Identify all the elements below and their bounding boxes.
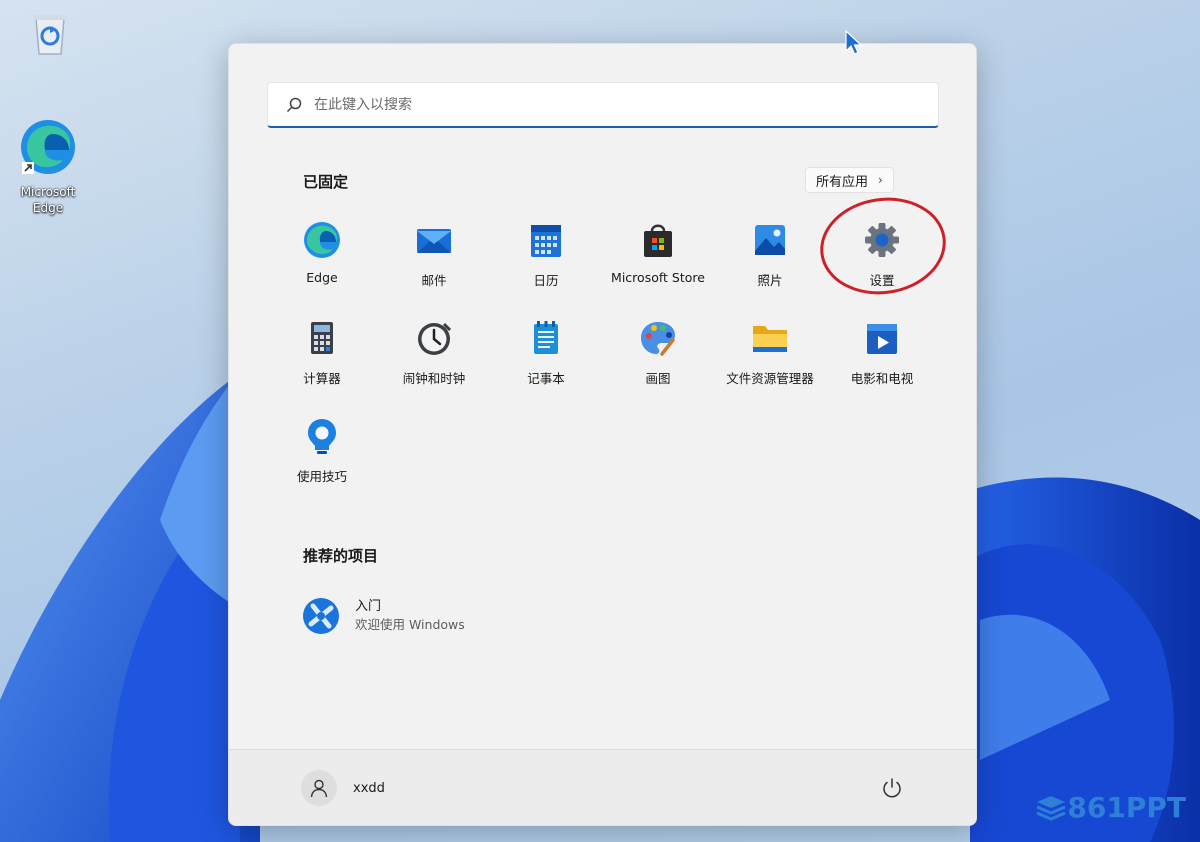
pinned-app-label: Edge [306, 270, 338, 285]
paint-palette-icon [641, 322, 675, 356]
all-apps-button[interactable]: 所有应用 › [805, 167, 894, 193]
movies-tv-icon [867, 324, 897, 354]
edge-icon [21, 120, 75, 174]
recommended-item-get-started[interactable]: 入门 欢迎使用 Windows [301, 596, 465, 636]
folder-icon [753, 326, 787, 352]
search-icon [286, 97, 302, 112]
calendar-icon [531, 225, 561, 257]
chevron-right-icon: › [878, 173, 883, 187]
search-box[interactable] [267, 82, 939, 128]
username: xxdd [353, 780, 385, 796]
desktop-edge-shortcut[interactable]: Microsoft Edge [8, 118, 88, 216]
notepad-icon [534, 321, 558, 354]
pinned-app-label: 邮件 [421, 273, 447, 288]
pinned-app-paint[interactable]: 画图 [602, 318, 714, 404]
calculator-icon [311, 322, 333, 354]
pinned-app-label: Microsoft Store [611, 270, 705, 285]
pinned-app-label: 使用技巧 [296, 469, 347, 484]
user-icon [310, 779, 328, 798]
power-icon[interactable] [878, 774, 906, 802]
avatar [301, 770, 337, 806]
store-icon [644, 224, 672, 257]
all-apps-label: 所有应用 [816, 174, 869, 190]
pinned-section-title: 已固定 [303, 173, 349, 191]
clock-icon [418, 322, 452, 355]
user-account-button[interactable]: xxdd [301, 770, 385, 806]
pinned-app-label: 照片 [757, 273, 783, 288]
photos-icon [755, 225, 785, 255]
pinned-app-notepad[interactable]: 记事本 [490, 318, 602, 404]
mouse-cursor-icon [845, 30, 863, 55]
pinned-app-tips[interactable]: 使用技巧 [266, 416, 378, 502]
pinned-app-label: 日历 [533, 273, 559, 288]
pinned-app-calendar[interactable]: 日历 [490, 220, 602, 306]
watermark-text: 861PPT [1067, 791, 1186, 824]
pinned-app-label: 记事本 [527, 371, 565, 386]
pinned-app-label: 电影和电视 [850, 371, 914, 386]
pinned-app-file-explorer[interactable]: 文件资源管理器 [714, 318, 826, 404]
watermark: 861PPT [1035, 791, 1186, 824]
pinned-app-mail[interactable]: 邮件 [378, 220, 490, 306]
recommended-item-title: 入门 [355, 599, 382, 614]
stack-logo-icon [1036, 795, 1066, 821]
pinned-app-microsoft-store[interactable]: Microsoft Store [602, 220, 714, 306]
pinned-app-movies-tv[interactable]: 电影和电视 [826, 318, 938, 404]
desktop-icon-label: Microsoft Edge [20, 185, 76, 215]
pinned-app-edge[interactable]: Edge [266, 220, 378, 306]
pinned-app-label: 计算器 [303, 371, 341, 386]
recycle-bin-icon [34, 15, 66, 55]
start-menu: 已固定 所有应用 › Edge 邮件 日历 [228, 43, 977, 826]
edge-icon [304, 222, 340, 258]
search-input[interactable] [314, 96, 874, 113]
pinned-app-alarms-clock[interactable]: 闹钟和时钟 [378, 318, 490, 404]
mail-icon [417, 229, 451, 253]
pinned-app-label: 画图 [645, 371, 671, 386]
desktop-recycle-bin[interactable] [10, 10, 90, 66]
start-menu-footer: xxdd [229, 749, 976, 825]
recommended-item-subtitle: 欢迎使用 Windows [355, 617, 465, 632]
pinned-app-calculator[interactable]: 计算器 [266, 318, 378, 404]
recommended-section-title: 推荐的项目 [303, 547, 379, 565]
tips-bulb-icon [308, 419, 336, 454]
get-started-icon [303, 598, 339, 634]
pinned-app-photos[interactable]: 照片 [714, 220, 826, 306]
pinned-app-label: 文件资源管理器 [726, 371, 814, 386]
pinned-app-label: 闹钟和时钟 [402, 371, 466, 386]
